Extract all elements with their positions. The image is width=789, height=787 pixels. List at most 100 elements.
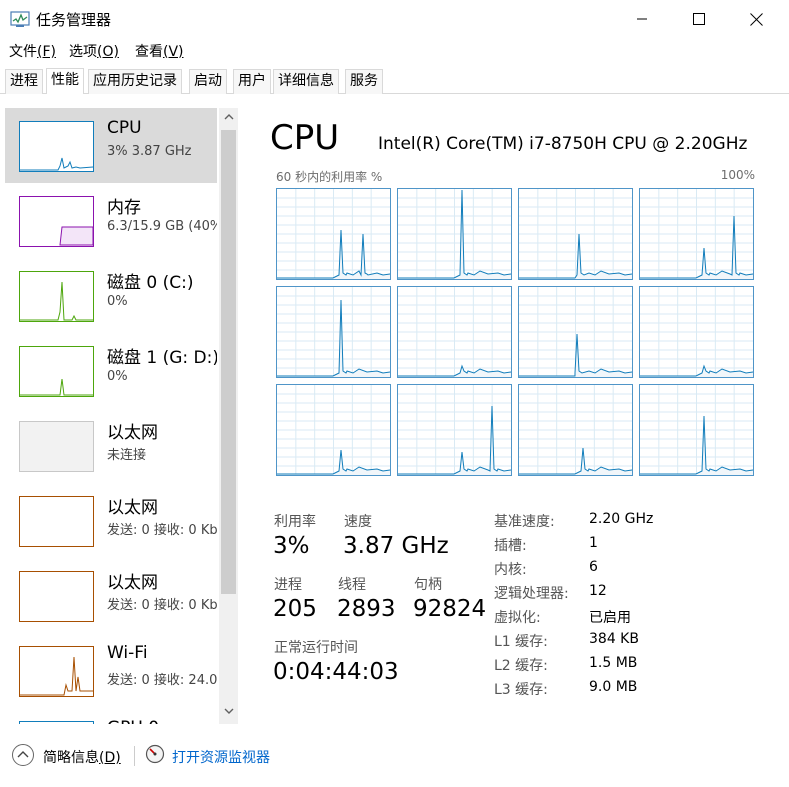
sidebar-item-name: 磁盘 1 (G: D:)	[107, 348, 217, 368]
sidebar-item-detail: 发送: 0 接收: 0 Kbps	[107, 598, 217, 613]
sidebar-item[interactable]: 磁盘 0 (C:) 0%	[5, 258, 217, 333]
logical-processor-graph	[518, 384, 633, 476]
maximize-icon	[693, 13, 705, 25]
scroll-thumb[interactable]	[221, 130, 236, 594]
utilization-stat-label: 利用率	[274, 514, 316, 530]
utilization-stat-value: 3%	[273, 533, 310, 559]
speed-stat-label: 速度	[344, 514, 372, 530]
handles-stat-label: 句柄	[414, 577, 442, 593]
scroll-up-icon[interactable]	[221, 112, 236, 130]
sidebar-item-detail: 发送: 0 接收: 24.0 Kbps	[107, 673, 217, 688]
detail-key: L1 缓存:	[494, 634, 548, 650]
utilization-label: 60 秒内的利用率 %	[276, 170, 383, 184]
tab-users[interactable]: 用户	[233, 69, 271, 94]
maximize-button[interactable]	[676, 0, 722, 38]
sidebar-item[interactable]: GPU 0	[5, 708, 217, 724]
logical-processor-graph	[518, 286, 633, 378]
detail-value: 6	[589, 559, 598, 575]
close-button[interactable]	[733, 0, 779, 38]
sidebar-item-name: 磁盘 0 (C:)	[107, 273, 194, 293]
sidebar-item-name: GPU 0	[107, 718, 159, 724]
processes-stat-label: 进程	[274, 577, 302, 593]
sidebar-item-detail: 0%	[107, 294, 128, 309]
sidebar-item-name: 以太网	[107, 423, 158, 443]
sidebar-thumbnail-graph	[19, 721, 94, 724]
detail-value: 384 KB	[589, 631, 639, 647]
menu-file[interactable]: 文件(F)	[9, 41, 56, 61]
logical-processor-graph	[639, 384, 754, 476]
sidebar-item[interactable]: CPU 3% 3.87 GHz	[5, 108, 217, 183]
uptime-stat-value: 0:04:44:03	[273, 659, 399, 685]
detail-key: 插槽:	[494, 538, 527, 554]
tab-startup[interactable]: 启动	[189, 69, 227, 94]
logical-processor-graph	[639, 188, 754, 280]
sidebar-thumbnail-graph	[19, 121, 94, 172]
handles-stat-value: 92824	[413, 596, 487, 622]
detail-value: 1.5 MB	[589, 655, 638, 671]
sidebar-item-name: 以太网	[107, 498, 158, 518]
processes-stat-value: 205	[273, 596, 317, 622]
tab-details[interactable]: 详细信息	[273, 69, 339, 94]
sidebar-item-detail: 3% 3.87 GHz	[107, 144, 192, 159]
sidebar-thumbnail-graph	[19, 196, 94, 247]
detail-key: L2 缓存:	[494, 658, 548, 674]
logical-processor-graph	[397, 188, 512, 280]
sidebar-thumbnail-graph	[19, 571, 94, 622]
logical-processor-graph	[397, 286, 512, 378]
close-icon	[749, 12, 763, 26]
tab-app-history[interactable]: 应用历史记录	[88, 69, 182, 94]
logical-processor-graph	[276, 188, 391, 280]
logical-processor-graph	[397, 384, 512, 476]
window-title: 任务管理器	[36, 11, 112, 29]
menu-view[interactable]: 查看(V)	[135, 41, 184, 61]
sidebar-item-detail: 未连接	[107, 448, 147, 463]
utilization-max-label: 100%	[720, 168, 755, 182]
minimize-button[interactable]	[619, 0, 665, 38]
detail-key: 逻辑处理器:	[494, 586, 569, 602]
detail-value: 1	[589, 535, 598, 551]
resource-monitor-icon[interactable]	[145, 744, 165, 764]
sidebar-item[interactable]: 以太网发送: 0 接收: 0 Kbps	[5, 483, 217, 558]
sidebar-item[interactable]: 以太网 未连接	[5, 408, 217, 483]
sidebar-item[interactable]: 内存 6.3/15.9 GB (40%)	[5, 183, 217, 258]
menu-bar: 文件(F) 选项(O) 查看(V)	[0, 38, 789, 62]
logical-processor-graph	[639, 286, 754, 378]
logical-processor-graph	[518, 188, 633, 280]
detail-key: 内核:	[494, 562, 527, 578]
detail-key: 基准速度:	[494, 514, 555, 530]
sidebar-thumbnail-graph	[19, 346, 94, 397]
title-bar: 任务管理器	[0, 0, 789, 38]
menu-options[interactable]: 选项(O)	[69, 41, 119, 61]
footer: 简略信息(D) 打开资源监视器	[0, 734, 789, 780]
sidebar-thumbnail-graph	[19, 421, 94, 472]
sidebar-item[interactable]: 磁盘 1 (G: D:) 0%	[5, 333, 217, 408]
detail-key: L3 缓存:	[494, 682, 548, 698]
sidebar-thumbnail-graph	[19, 271, 94, 322]
open-resource-monitor-link[interactable]: 打开资源监视器	[172, 747, 270, 767]
tab-processes[interactable]: 进程	[5, 69, 43, 94]
page-title: CPU	[270, 118, 340, 158]
sidebar-item-detail: 发送: 0 接收: 0 Kbps	[107, 523, 217, 538]
sidebar-thumbnail-graph	[19, 646, 94, 697]
scroll-down-icon[interactable]	[221, 706, 236, 724]
sidebar-thumbnail-graph	[19, 496, 94, 547]
sidebar-item-name: Wi-Fi	[107, 643, 148, 663]
detail-key: 虚拟化:	[494, 610, 541, 626]
chevron-up-icon	[17, 751, 29, 758]
sidebar-item-name: 内存	[107, 198, 141, 218]
task-manager-icon	[10, 11, 30, 27]
minimize-icon	[637, 18, 647, 20]
threads-stat-label: 线程	[338, 577, 366, 593]
fewer-details-link[interactable]: 简略信息(D)	[43, 747, 121, 767]
resource-list: CPU 3% 3.87 GHz 内存 6.3/15.9 GB (40%) 磁盘 0 (C…	[5, 108, 217, 724]
tab-services[interactable]: 服务	[345, 69, 383, 94]
fewer-details-button[interactable]	[12, 744, 34, 766]
detail-value: 2.20 GHz	[589, 511, 654, 527]
tab-performance[interactable]: 性能	[46, 68, 84, 94]
sidebar-item[interactable]: Wi-Fi 发送: 0 接收: 24.0 Kbps	[5, 633, 217, 708]
detail-value: 9.0 MB	[589, 679, 638, 695]
sidebar-item-name: CPU	[107, 118, 142, 138]
sidebar-item[interactable]: 以太网发送: 0 接收: 0 Kbps	[5, 558, 217, 633]
sidebar-scrollbar[interactable]	[219, 108, 238, 724]
logical-processor-graph	[276, 286, 391, 378]
